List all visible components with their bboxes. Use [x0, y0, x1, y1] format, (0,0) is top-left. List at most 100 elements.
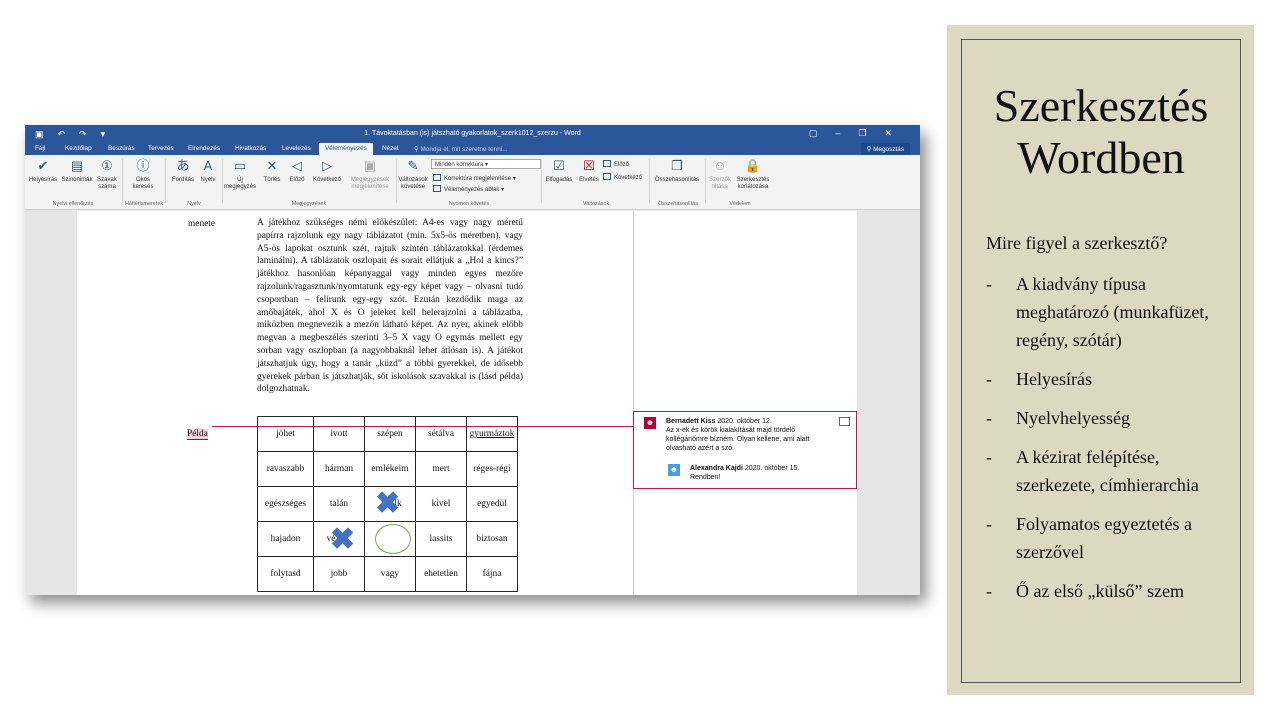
table-cell[interactable]: szépen: [364, 416, 416, 452]
tab-velemenyezes[interactable]: Véleményezés: [319, 143, 373, 155]
tab-fajl[interactable]: Fájl: [35, 145, 45, 152]
list-dash: -: [986, 447, 992, 467]
table-cell[interactable]: réges-régi: [466, 451, 518, 487]
tab-tervezes[interactable]: Tervezés: [148, 145, 174, 152]
reviewing-pane-button[interactable]: Véleményezés ablak ▾: [433, 185, 504, 193]
show-comments-icon: ▣: [363, 158, 377, 173]
group-label: Háttérismeretek: [124, 201, 164, 207]
table-cell[interactable]: mert: [415, 451, 467, 487]
previous-comment-icon: ◁: [292, 158, 302, 173]
table-cell[interactable]: ravaszabb: [257, 451, 314, 487]
comment-balloon[interactable]: ☻ Bernadett Kiss 2020. október 12. Az x-…: [633, 411, 857, 489]
previous-change-button[interactable]: Előző: [603, 160, 629, 168]
table-cell[interactable]: jöhet: [257, 416, 314, 452]
previous-comment-button[interactable]: ◁ Előző: [286, 157, 308, 184]
table-cell[interactable]: egészséges: [257, 486, 314, 522]
list-item: - A kiadvány típusa meghatározó (munkafüz…: [986, 270, 1236, 354]
table-cell[interactable]: ehetetlen: [415, 556, 467, 592]
document-paragraph[interactable]: A játékhoz szükséges némi előkészület: A…: [257, 217, 523, 396]
table-cell-with-o[interactable]: [364, 521, 416, 557]
translate-icon: あ: [176, 158, 190, 173]
table-cell-with-x[interactable]: vé ✖: [313, 521, 365, 557]
x-mark-icon[interactable]: ✖: [330, 525, 355, 555]
o-circle-icon[interactable]: [375, 524, 411, 554]
track-changes-button[interactable]: ✎ Változások követése: [396, 157, 430, 191]
table-cell[interactable]: jobb: [313, 556, 365, 592]
share-label: Megosztás: [873, 146, 904, 153]
markup-icon: [433, 174, 441, 181]
list-dash: -: [986, 514, 992, 534]
table-row: folytasd jobb vagy ehetetlen fájna: [257, 556, 518, 592]
block-authors-button[interactable]: ☺ Szerzők tiltása: [707, 157, 733, 191]
group-label: Nyelvi ellenőrzés: [52, 201, 94, 207]
table-row: hajadon vé ✖ lassits biztosan: [257, 521, 518, 557]
table-cell[interactable]: emlékeim: [364, 451, 416, 487]
word-count-button[interactable]: ① Szavak száma: [95, 157, 119, 191]
tab-nezet[interactable]: Nézet: [382, 145, 399, 152]
group-label: Megjegyzések: [291, 201, 327, 207]
thesaurus-label: Szinonimák: [61, 177, 93, 183]
table-cell-with-x[interactable]: lk ✖: [364, 486, 416, 522]
delete-comment-button[interactable]: ✕ Törlés: [261, 157, 283, 184]
side-panel: Szerkesztés Wordben Mire figyel a szerke…: [947, 25, 1254, 695]
tab-beszuras[interactable]: Beszúrás: [108, 145, 135, 152]
group-label: Védelem: [729, 201, 751, 207]
translate-button[interactable]: あ Fordítás: [170, 157, 196, 184]
list-item-text: Folyamatos egyeztetés a szerzővel: [1016, 514, 1192, 562]
table-cell[interactable]: hajadon: [257, 521, 314, 557]
slide: ▣↶↷▾ 1. Távoktatásban (is) játszható gya…: [0, 0, 1280, 720]
next-comment-button[interactable]: ▷ Következő: [310, 157, 344, 184]
comment-text[interactable]: Az x-ek és körök kialakítását majd törde…: [666, 427, 810, 452]
list-item-text: Helyesírás: [1016, 369, 1092, 389]
window-controls[interactable]: ▢–❐✕: [809, 128, 910, 139]
table-cell[interactable]: hárman: [313, 451, 365, 487]
next-change-button[interactable]: Következő: [603, 173, 642, 181]
tab-kezdolap[interactable]: Kezdőlap: [65, 145, 92, 152]
document-area[interactable]: menete A játékhoz szükséges némi előkész…: [25, 211, 920, 595]
smart-lookup-button[interactable]: ⓘ Okos keresés: [128, 157, 158, 191]
label-pelda[interactable]: Példa: [187, 429, 208, 440]
group-label: Nyelv: [187, 201, 201, 207]
compare-button[interactable]: ❐ Összehasonlítás: [651, 157, 703, 184]
reply-author: Alexandra Kajdi: [690, 465, 743, 472]
list-dash: -: [986, 408, 992, 428]
tell-me-box[interactable]: ⚲ Mondja el, mit szeretne tenni...: [414, 145, 508, 153]
show-comments-button[interactable]: ▣ Megjegyzések megjelenítése: [345, 157, 395, 191]
table-cell[interactable]: fájna: [466, 556, 518, 592]
tab-levelezes[interactable]: Levelezés: [282, 145, 311, 152]
tab-elrendezes[interactable]: Elrendezés: [188, 145, 220, 152]
table-cell[interactable]: biztosan: [466, 521, 518, 557]
reply-text[interactable]: Rendben!: [690, 474, 720, 481]
word-count-icon: ①: [101, 158, 113, 173]
share-button[interactable]: ⚲ Megosztás: [860, 143, 910, 155]
spelling-label: Helyesírás: [28, 177, 58, 183]
language-button[interactable]: A Nyelv: [197, 157, 219, 184]
show-markup-button[interactable]: Korrektúra megjelenítése ▾: [433, 174, 516, 182]
reply-comment-icon[interactable]: [839, 417, 850, 426]
table-cell[interactable]: vagy: [364, 556, 416, 592]
lock-icon: 🔒: [744, 158, 762, 173]
table-cell[interactable]: folytasd: [257, 556, 314, 592]
table-cell[interactable]: ivott: [313, 416, 365, 452]
markup-pane: [633, 211, 857, 595]
x-mark-icon[interactable]: ✖: [375, 489, 400, 519]
table-cell[interactable]: talán: [313, 486, 365, 522]
thesaurus-button[interactable]: ▤ Szinonimák: [60, 157, 94, 184]
list-dash: -: [986, 369, 992, 389]
table-row: jöhet ivott szépen sétálva gyurmáztok: [257, 416, 518, 452]
accept-button[interactable]: ☑ Elfogadás: [543, 157, 575, 184]
reviewing-pane-label: Véleményezés ablak: [444, 187, 500, 193]
table-cell[interactable]: sétálva: [415, 416, 467, 452]
table-cell[interactable]: lassits: [415, 521, 467, 557]
tab-hivatkozas[interactable]: Hivatkozás: [235, 145, 266, 152]
title-bar: ▣↶↷▾ 1. Távoktatásban (is) játszható gya…: [25, 125, 920, 143]
table-cell[interactable]: egyedül: [466, 486, 518, 522]
restrict-editing-button[interactable]: 🔒 Szerkesztés korlátozása: [734, 157, 772, 191]
table-cell[interactable]: gyurmáztok: [466, 416, 518, 452]
table-cell[interactable]: kivel: [415, 486, 467, 522]
reject-button[interactable]: ☒ Elvetés: [576, 157, 602, 184]
spelling-button[interactable]: ✔ Helyesírás: [27, 157, 59, 184]
previous-change-label: Előző: [614, 162, 630, 168]
markup-dropdown[interactable]: Minden korrektúra ▾: [431, 159, 541, 169]
new-comment-button[interactable]: ▭ Új megjegyzés: [224, 157, 256, 191]
